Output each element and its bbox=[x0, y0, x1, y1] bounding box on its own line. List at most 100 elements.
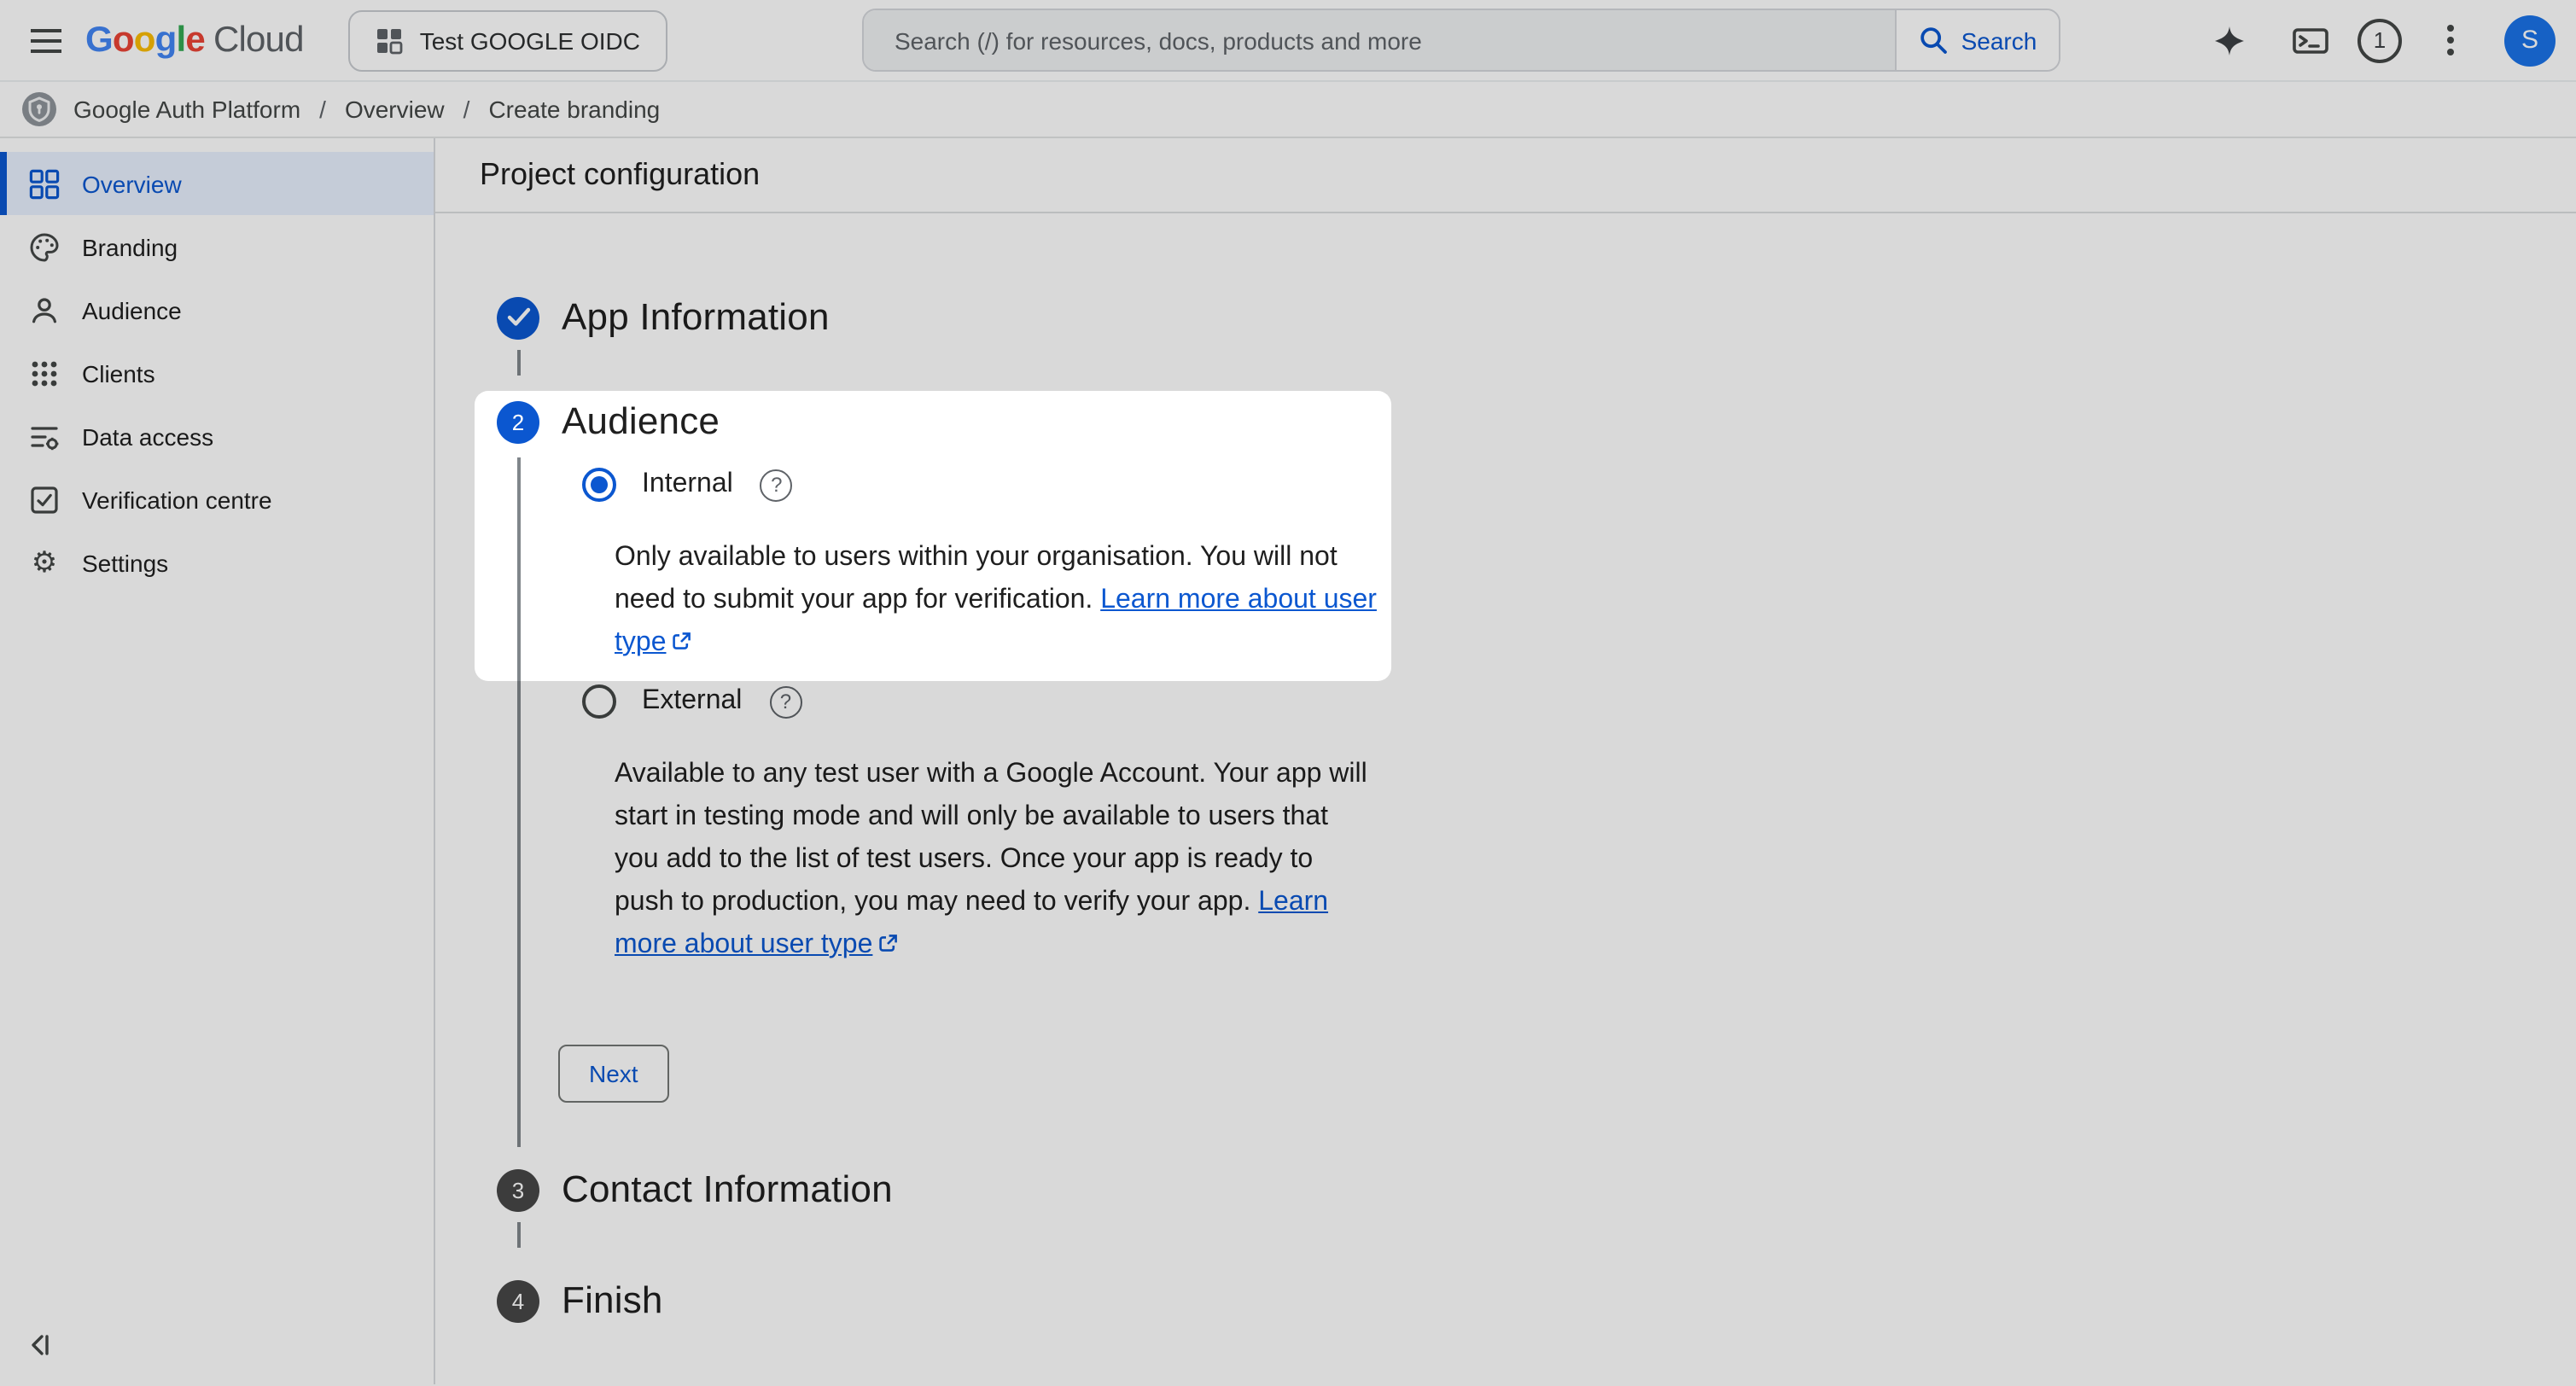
internal-help-icon[interactable]: ? bbox=[761, 469, 793, 501]
search-bar: Search bbox=[862, 9, 2060, 72]
sidebar-item-data-access[interactable]: Data access bbox=[0, 405, 434, 468]
logo-letter: e bbox=[185, 20, 205, 61]
step-4-indicator: 4 bbox=[497, 1279, 539, 1322]
internal-radio[interactable] bbox=[582, 468, 616, 502]
sidebar-item-label: Audience bbox=[82, 296, 182, 323]
external-help-icon[interactable]: ? bbox=[769, 685, 801, 718]
external-description: Available to any test user with a Google… bbox=[615, 753, 1379, 966]
terminal-icon bbox=[2292, 25, 2328, 55]
logo-letter: l bbox=[177, 20, 186, 61]
step-4-header: 4 Finish bbox=[435, 1275, 2576, 1326]
sidebar-item-label: Branding bbox=[82, 233, 178, 260]
breadcrumb-separator: / bbox=[319, 96, 326, 123]
external-link-icon bbox=[672, 632, 692, 652]
stepper: App Information 2 Audience Internal bbox=[435, 213, 2576, 1326]
verification-icon bbox=[27, 484, 61, 515]
check-icon bbox=[506, 307, 530, 328]
step-connector bbox=[517, 1222, 520, 1248]
project-selector[interactable]: Test GOOGLE OIDC bbox=[348, 9, 667, 71]
external-option-row: External ? bbox=[582, 678, 2576, 725]
logo-letter: o bbox=[134, 20, 155, 61]
main-content: Project configuration App Information bbox=[435, 138, 2576, 1384]
sidebar-item-settings[interactable]: ⚙ Settings bbox=[0, 531, 434, 594]
step-2-title: Audience bbox=[562, 396, 720, 447]
breadcrumb-item[interactable]: Google Auth Platform bbox=[73, 96, 300, 123]
step-1-title: App Information bbox=[562, 292, 830, 343]
sidebar-item-label: Clients bbox=[82, 359, 155, 387]
page-header: Project configuration bbox=[435, 138, 2576, 213]
step-2-header: 2 Audience bbox=[435, 396, 2576, 447]
breadcrumb-separator: / bbox=[463, 96, 470, 123]
step-1-header: App Information bbox=[435, 292, 2576, 343]
project-icon bbox=[376, 26, 403, 54]
kebab-icon bbox=[2445, 24, 2454, 56]
step-3-indicator: 3 bbox=[497, 1168, 539, 1211]
topbar: Google Cloud Test GOOGLE OIDC Search bbox=[0, 0, 2576, 82]
sidebar-item-verification-centre[interactable]: Verification centre bbox=[0, 468, 434, 531]
audience-form: Internal ? Only available to users withi… bbox=[435, 447, 2576, 1103]
step-3-title: Contact Information bbox=[562, 1164, 893, 1215]
sidebar-item-label: Settings bbox=[82, 549, 168, 576]
google-cloud-logo[interactable]: Google Cloud bbox=[85, 20, 304, 61]
sidebar-item-audience[interactable]: Audience bbox=[0, 278, 434, 341]
internal-option-row: Internal ? bbox=[582, 461, 2576, 509]
sidebar-item-label: Overview bbox=[82, 170, 182, 197]
search-button-label: Search bbox=[1961, 26, 2037, 54]
cloud-shell-button[interactable] bbox=[2277, 8, 2342, 73]
data-access-icon bbox=[27, 421, 61, 451]
session-count-badge[interactable]: 1 bbox=[2357, 18, 2402, 62]
external-description-text: Available to any test user with a Google… bbox=[615, 760, 1367, 917]
breadcrumb-bar: Google Auth Platform / Overview / Create… bbox=[0, 82, 2576, 138]
breadcrumb-item[interactable]: Overview bbox=[345, 96, 445, 123]
menu-button[interactable] bbox=[14, 8, 79, 73]
step-2-indicator: 2 bbox=[497, 400, 539, 443]
step-contact-information: 3 Contact Information bbox=[435, 1164, 2576, 1248]
more-options-button[interactable] bbox=[2417, 8, 2482, 73]
app-frame: Overview Branding Audience Clients bbox=[0, 138, 2576, 1384]
step-1-indicator bbox=[497, 296, 539, 339]
collapse-chevron-icon bbox=[24, 1330, 55, 1360]
project-name: Test GOOGLE OIDC bbox=[420, 26, 640, 54]
step-connector bbox=[517, 350, 520, 376]
step-audience: 2 Audience Internal ? Only available to … bbox=[435, 396, 2576, 1103]
gemini-button[interactable] bbox=[2197, 8, 2262, 73]
person-icon bbox=[27, 294, 61, 325]
step-app-information: App Information bbox=[435, 292, 2576, 376]
search-field bbox=[864, 10, 1895, 70]
internal-radio-label: Internal bbox=[642, 469, 733, 500]
hamburger-icon bbox=[31, 28, 61, 52]
step-4-title: Finish bbox=[562, 1275, 663, 1326]
external-radio[interactable] bbox=[582, 684, 616, 719]
session-count: 1 bbox=[2374, 27, 2386, 53]
palette-icon bbox=[27, 231, 61, 262]
logo-letter: G bbox=[85, 20, 113, 61]
next-button[interactable]: Next bbox=[558, 1045, 669, 1103]
breadcrumb-current: Create branding bbox=[488, 96, 660, 123]
internal-description: Only available to users within your orga… bbox=[615, 536, 1379, 664]
search-input[interactable] bbox=[891, 25, 1868, 55]
auth-platform-icon bbox=[20, 90, 58, 128]
page-title: Project configuration bbox=[480, 157, 760, 193]
overview-icon bbox=[27, 168, 61, 199]
topbar-actions: 1 S bbox=[2197, 8, 2556, 73]
avatar[interactable]: S bbox=[2504, 15, 2556, 66]
apps-grid-icon bbox=[27, 358, 61, 388]
external-link-icon bbox=[877, 934, 898, 954]
sidebar-item-branding[interactable]: Branding bbox=[0, 215, 434, 278]
sparkle-icon bbox=[2212, 23, 2247, 57]
external-radio-label: External bbox=[642, 686, 742, 717]
sidebar-item-label: Data access bbox=[82, 422, 213, 450]
avatar-initial: S bbox=[2521, 26, 2538, 55]
logo-letter: g bbox=[155, 20, 177, 61]
sidebar-item-clients[interactable]: Clients bbox=[0, 341, 434, 405]
sidebar: Overview Branding Audience Clients bbox=[0, 138, 435, 1384]
sidebar-item-label: Verification centre bbox=[82, 486, 272, 513]
search-icon bbox=[1919, 26, 1948, 55]
gear-icon: ⚙ bbox=[27, 548, 61, 577]
collapse-sidebar-button[interactable] bbox=[14, 1319, 65, 1371]
search-button[interactable]: Search bbox=[1895, 10, 2059, 70]
logo-letter: o bbox=[113, 20, 134, 61]
sidebar-item-overview[interactable]: Overview bbox=[0, 152, 434, 215]
step-3-header: 3 Contact Information bbox=[435, 1164, 2576, 1215]
page: Google Cloud Test GOOGLE OIDC Search bbox=[0, 0, 2576, 1386]
